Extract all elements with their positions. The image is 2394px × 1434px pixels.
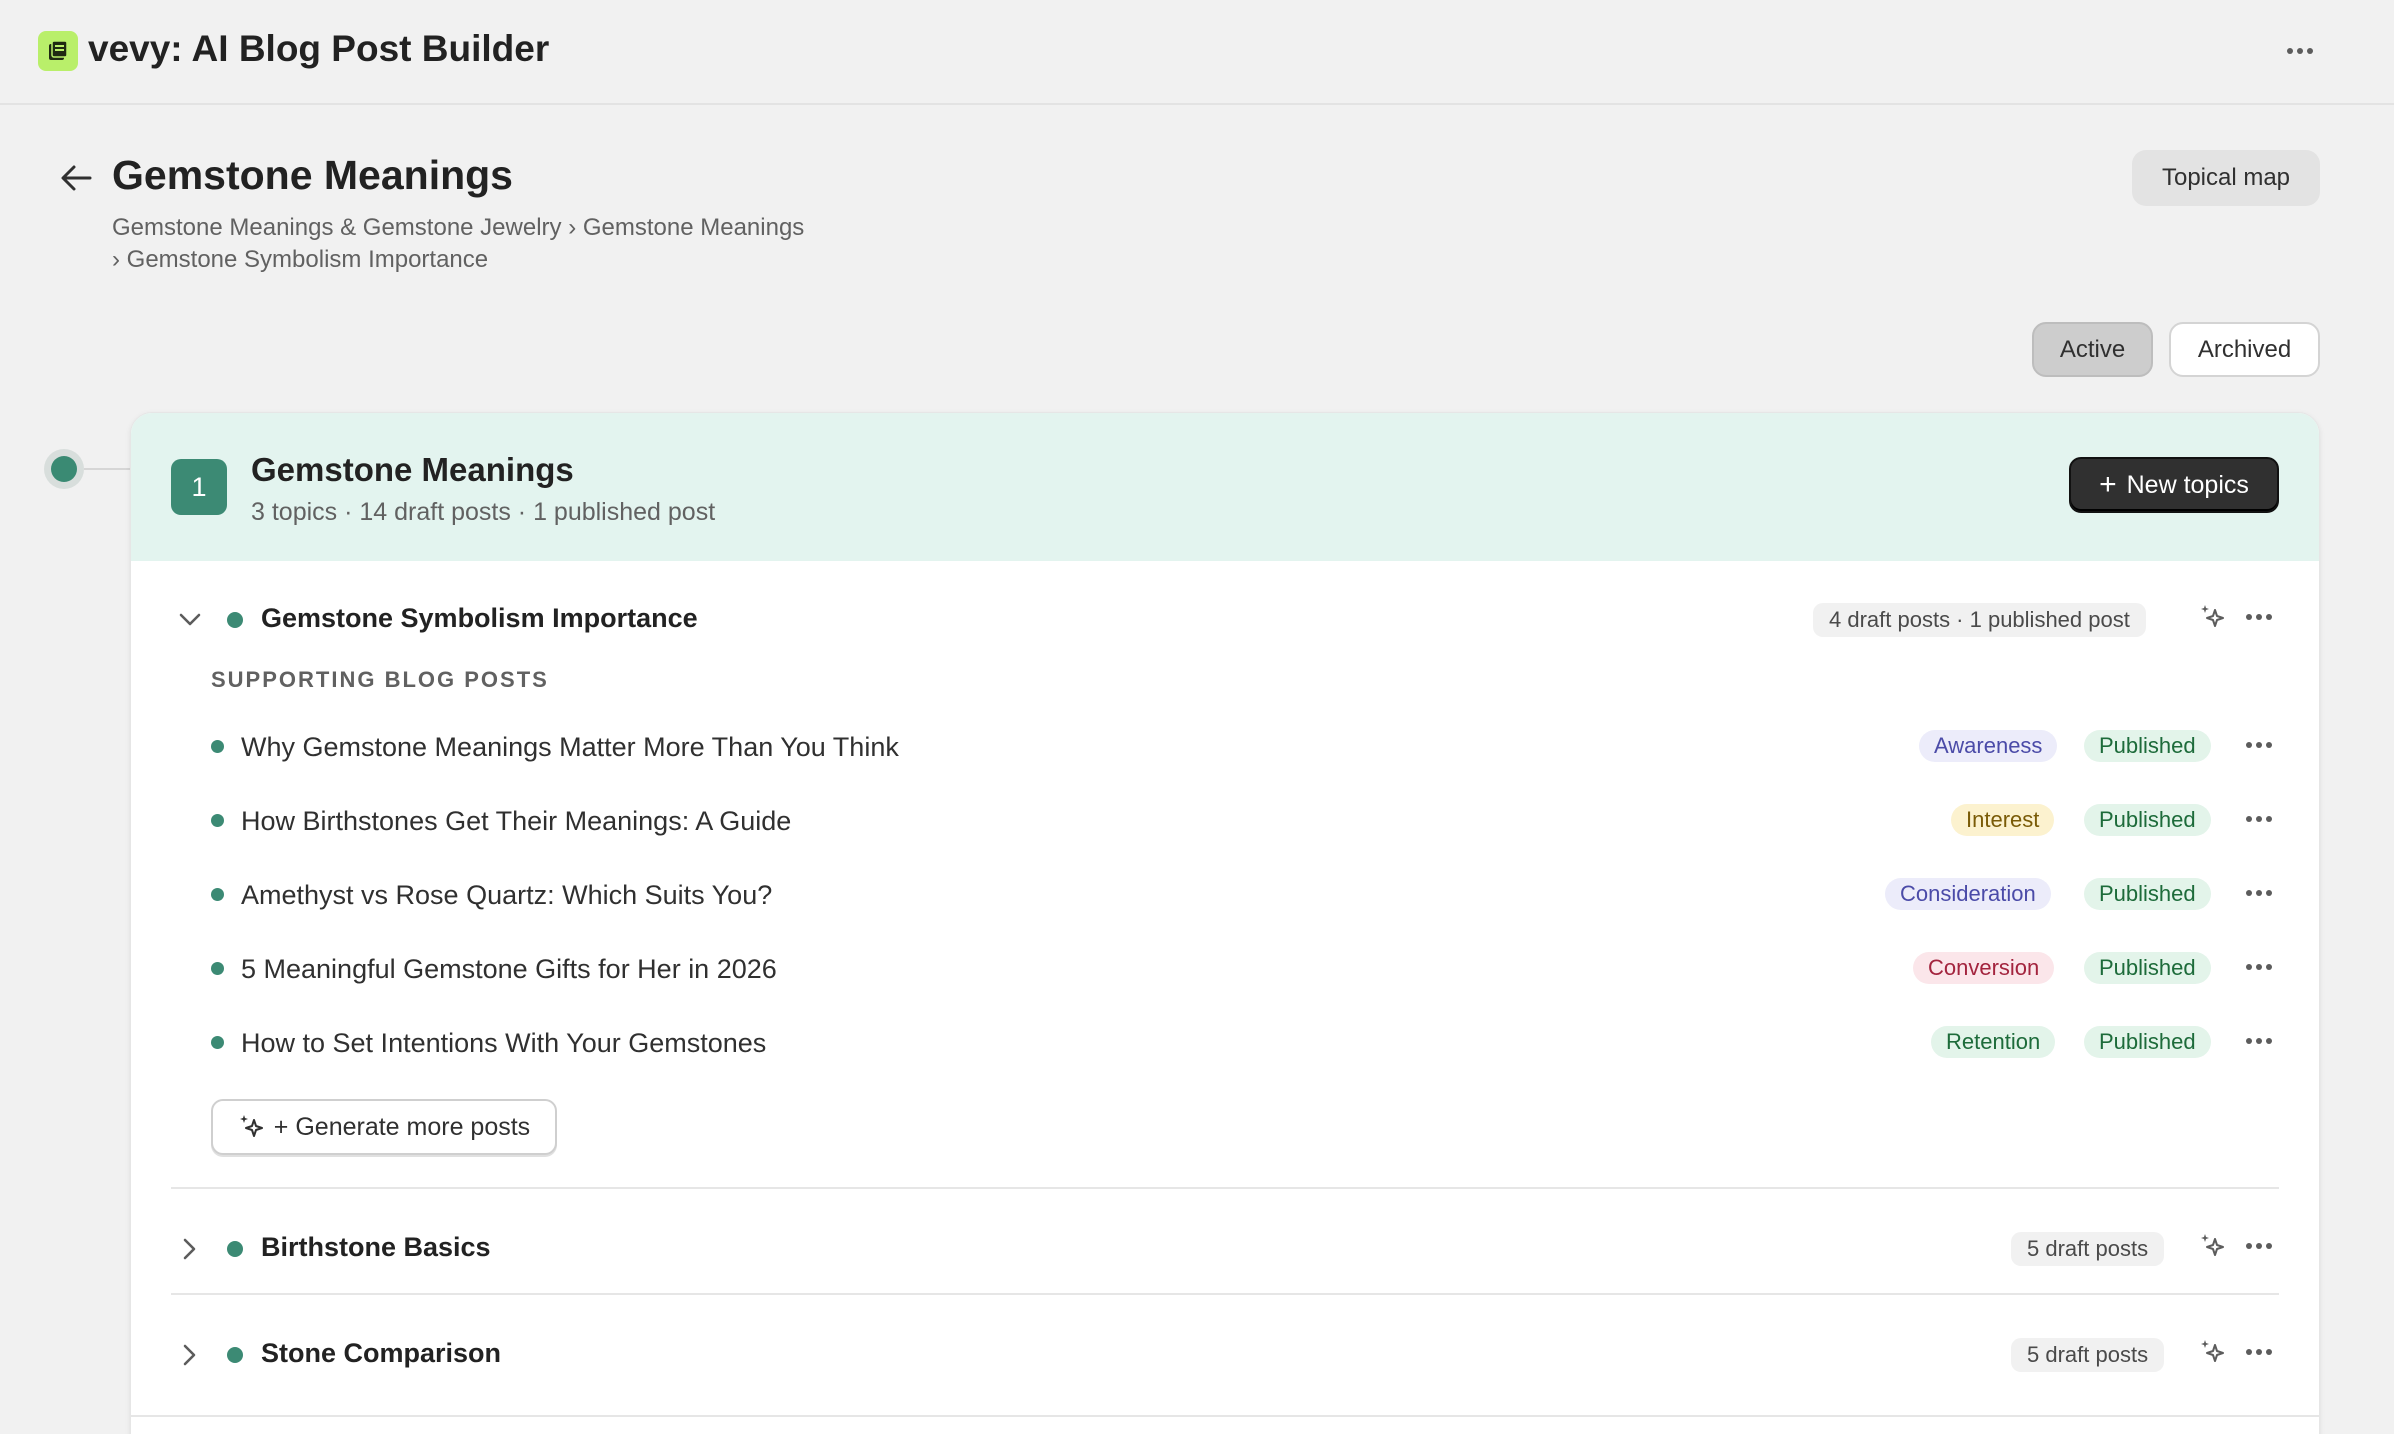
stage-tag: Consideration bbox=[1885, 878, 2051, 910]
topic-count-badge: 5 draft posts bbox=[2011, 1338, 2165, 1372]
post-status-dot bbox=[211, 962, 224, 975]
topic-row: Gemstone Symbolism Importance 4 draft po… bbox=[131, 589, 2319, 649]
group-summary: 3 topics · 14 draft posts · 1 published … bbox=[251, 498, 716, 526]
plus-icon: + bbox=[2099, 468, 2117, 501]
status-badge: Published bbox=[2084, 730, 2211, 762]
topic-status-dot bbox=[227, 1347, 243, 1363]
status-badge: Published bbox=[2084, 804, 2211, 836]
post-title[interactable]: How Birthstones Get Their Meanings: A Gu… bbox=[241, 806, 791, 837]
group-title: Gemstone Meanings bbox=[251, 451, 574, 488]
app-header: vevy: AI Blog Post Builder bbox=[0, 0, 2394, 105]
stage-tag: Retention bbox=[1931, 1026, 2056, 1058]
chevron-right-icon[interactable] bbox=[175, 1340, 205, 1370]
post-title[interactable]: Why Gemstone Meanings Matter More Than Y… bbox=[241, 732, 899, 763]
post-row: How to Set Intentions With Your Gemstone… bbox=[131, 1017, 2319, 1067]
stage-tag: Awareness bbox=[1919, 730, 2058, 762]
post-title[interactable]: How to Set Intentions With Your Gemstone… bbox=[241, 1028, 766, 1059]
chevron-down-icon[interactable] bbox=[175, 605, 205, 635]
status-badge: Published bbox=[2084, 952, 2211, 984]
post-row: 5 Meaningful Gemstone Gifts for Her in 2… bbox=[131, 943, 2319, 993]
topic-title[interactable]: Stone Comparison bbox=[261, 1338, 501, 1369]
topic-title[interactable]: Birthstone Basics bbox=[261, 1232, 491, 1263]
app-logo-icon bbox=[38, 31, 78, 71]
breadcrumb-line-1: Gemstone Meanings & Gemstone Jewelry › G… bbox=[112, 214, 805, 241]
sparkle-icon[interactable] bbox=[2197, 1336, 2229, 1368]
stage-tag: Conversion bbox=[1913, 952, 2055, 984]
generate-more-posts-button[interactable]: + Generate more posts bbox=[211, 1099, 557, 1155]
topic-group-card: 1 Gemstone Meanings 3 topics · 14 draft … bbox=[130, 412, 2320, 1434]
filter-archived-button[interactable]: Archived bbox=[2169, 322, 2320, 377]
chevron-right-icon[interactable] bbox=[175, 1234, 205, 1264]
divider bbox=[131, 1415, 2319, 1417]
breadcrumb-line-2: › Gemstone Symbolism Importance bbox=[112, 246, 489, 273]
post-more-icon[interactable] bbox=[2241, 805, 2277, 833]
post-row: Why Gemstone Meanings Matter More Than Y… bbox=[131, 721, 2319, 771]
page-title: Gemstone Meanings bbox=[112, 152, 513, 198]
post-more-icon[interactable] bbox=[2241, 953, 2277, 981]
sparkle-icon bbox=[238, 1113, 266, 1141]
topic-count-badge: 4 draft posts · 1 published post bbox=[1813, 603, 2146, 637]
topic-more-icon[interactable] bbox=[2241, 603, 2277, 631]
new-topics-label: New topics bbox=[2126, 470, 2249, 499]
sparkle-icon[interactable] bbox=[2197, 601, 2229, 633]
post-row: How Birthstones Get Their Meanings: A Gu… bbox=[131, 795, 2319, 845]
post-status-dot bbox=[211, 1036, 224, 1049]
stage-tag: Interest bbox=[1951, 804, 2055, 836]
topic-row: Birthstone Basics 5 draft posts bbox=[131, 1218, 2319, 1278]
topic-status-dot bbox=[227, 612, 243, 628]
topic-count-badge: 5 draft posts bbox=[2011, 1232, 2165, 1266]
topical-map-button[interactable]: Topical map bbox=[2132, 150, 2320, 206]
app-more-menu-icon[interactable] bbox=[2280, 36, 2320, 66]
generate-more-posts-label: + Generate more posts bbox=[273, 1112, 531, 1141]
topic-more-icon[interactable] bbox=[2241, 1338, 2277, 1366]
status-badge: Published bbox=[2084, 878, 2211, 910]
breadcrumb: Gemstone Meanings & Gemstone Jewelry › G… bbox=[112, 212, 872, 276]
post-status-dot bbox=[211, 740, 224, 753]
post-more-icon[interactable] bbox=[2241, 731, 2277, 759]
divider bbox=[171, 1187, 2279, 1189]
post-title[interactable]: 5 Meaningful Gemstone Gifts for Her in 2… bbox=[241, 954, 777, 985]
new-topics-button[interactable]: + New topics bbox=[2069, 457, 2279, 513]
app-title: vevy: AI Blog Post Builder bbox=[88, 28, 550, 69]
section-label: SUPPORTING BLOG POSTS bbox=[211, 667, 549, 692]
back-arrow-icon[interactable] bbox=[54, 158, 98, 198]
post-status-dot bbox=[211, 888, 224, 901]
post-row: Amethyst vs Rose Quartz: Which Suits You… bbox=[131, 869, 2319, 919]
sparkle-icon[interactable] bbox=[2197, 1230, 2229, 1262]
post-more-icon[interactable] bbox=[2241, 879, 2277, 907]
timeline-marker bbox=[44, 449, 84, 489]
status-badge: Published bbox=[2084, 1026, 2211, 1058]
group-number-badge: 1 bbox=[171, 459, 227, 515]
topic-status-dot bbox=[227, 1241, 243, 1257]
timeline-connector bbox=[84, 468, 130, 470]
group-header: 1 Gemstone Meanings 3 topics · 14 draft … bbox=[131, 413, 2319, 561]
post-more-icon[interactable] bbox=[2241, 1027, 2277, 1055]
topic-more-icon[interactable] bbox=[2241, 1232, 2277, 1260]
filter-active-button[interactable]: Active bbox=[2032, 322, 2153, 377]
post-title[interactable]: Amethyst vs Rose Quartz: Which Suits You… bbox=[241, 880, 772, 911]
topic-row: Stone Comparison 5 draft posts bbox=[131, 1324, 2319, 1384]
topic-title[interactable]: Gemstone Symbolism Importance bbox=[261, 603, 698, 634]
post-status-dot bbox=[211, 814, 224, 827]
divider bbox=[171, 1293, 2279, 1295]
